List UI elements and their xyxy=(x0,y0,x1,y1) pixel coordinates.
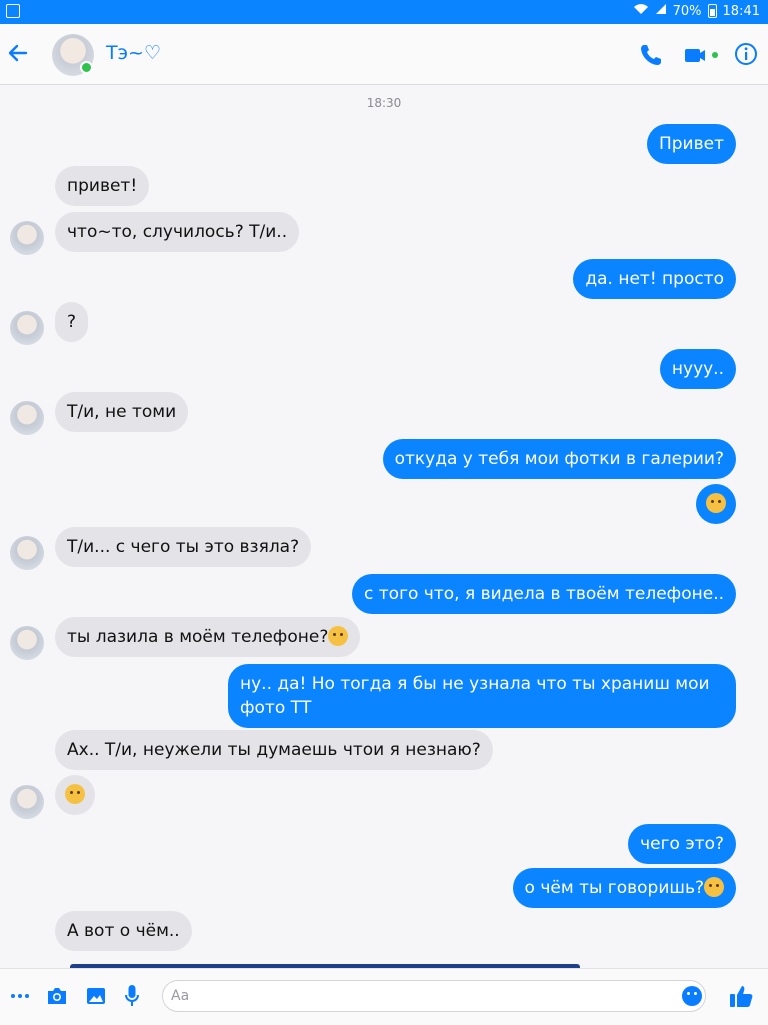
incoming-message[interactable]: Т/и... с чего ты это взяла? xyxy=(55,527,312,567)
incoming-message[interactable]: А вот о чём.. xyxy=(55,911,192,951)
message-composer xyxy=(0,968,768,1025)
battery-icon xyxy=(707,4,717,18)
phone-icon xyxy=(641,45,661,65)
sender-avatar[interactable] xyxy=(10,626,44,660)
contact-name[interactable]: Тэ~♡ xyxy=(106,42,161,64)
voice-call-button[interactable] xyxy=(638,42,664,68)
info-button[interactable] xyxy=(734,42,758,66)
message-thread[interactable]: 18:30 Привет привет! что~то, случилось? … xyxy=(0,84,768,968)
video-camera-icon xyxy=(685,49,718,62)
status-bar: 70% 18:41 xyxy=(0,0,768,24)
incoming-emoji-message[interactable] xyxy=(55,775,95,815)
flushed-emoji-icon xyxy=(706,493,726,513)
outgoing-message[interactable]: чего это? xyxy=(628,824,736,864)
back-arrow-icon xyxy=(8,44,28,62)
incoming-message[interactable]: Ах.. Т/и, неужели ты думаешь чтои я незн… xyxy=(55,730,493,770)
image-icon xyxy=(87,988,105,1004)
incoming-message[interactable]: Т/и, не томи xyxy=(55,392,189,432)
thumbs-up-icon xyxy=(730,986,753,1007)
message-input[interactable] xyxy=(162,980,706,1012)
video-call-button[interactable] xyxy=(684,44,720,68)
conversation-header: Тэ~♡ xyxy=(0,24,768,85)
incoming-message[interactable]: привет! xyxy=(55,166,150,206)
more-dots-icon xyxy=(11,994,29,998)
gallery-button[interactable] xyxy=(85,985,107,1007)
sender-avatar[interactable] xyxy=(10,311,44,345)
incoming-message[interactable]: ? xyxy=(55,302,89,342)
camera-button[interactable] xyxy=(46,985,68,1007)
smirk-emoji-icon xyxy=(65,784,85,804)
info-icon xyxy=(735,43,757,65)
outgoing-message[interactable]: откуда у тебя мои фотки в галерии? xyxy=(382,439,736,479)
sender-avatar[interactable] xyxy=(10,785,44,819)
wifi-icon xyxy=(633,3,649,19)
sender-avatar[interactable] xyxy=(10,221,44,255)
battery-percent: 70% xyxy=(672,3,702,19)
sender-avatar[interactable] xyxy=(10,401,44,435)
signal-icon xyxy=(655,3,667,19)
outgoing-message[interactable]: с того что, я видела в твоём телефоне.. xyxy=(352,574,736,614)
outgoing-emoji-message[interactable] xyxy=(696,484,736,524)
online-status-indicator xyxy=(80,61,93,74)
outgoing-message[interactable]: о чём ты говоришь? xyxy=(512,868,736,908)
clock: 18:41 xyxy=(722,3,760,19)
gallery-notification-icon xyxy=(6,4,20,18)
emoji-button[interactable] xyxy=(682,986,702,1006)
camera-icon xyxy=(48,988,66,1004)
microphone-icon xyxy=(125,985,139,1006)
incoming-message[interactable]: что~то, случилось? Т/и.. xyxy=(55,212,300,252)
outgoing-message[interactable]: ну.. да! Но тогда я бы не узнала что ты … xyxy=(228,664,736,728)
flushed-emoji-icon xyxy=(704,877,724,897)
back-button[interactable] xyxy=(6,38,32,68)
outgoing-message[interactable]: да. нет! просто xyxy=(573,259,736,299)
message-timestamp: 18:30 xyxy=(366,96,402,110)
confused-emoji-icon xyxy=(328,626,349,646)
more-actions-button[interactable] xyxy=(10,986,30,1006)
like-button[interactable] xyxy=(728,983,754,1009)
outgoing-message[interactable]: нууу.. xyxy=(659,349,736,389)
voice-message-button[interactable] xyxy=(124,984,140,1008)
sender-avatar[interactable] xyxy=(10,536,44,570)
incoming-message[interactable]: ты лазила в моём телефоне? xyxy=(55,617,361,657)
outgoing-message[interactable]: Привет xyxy=(646,124,736,164)
